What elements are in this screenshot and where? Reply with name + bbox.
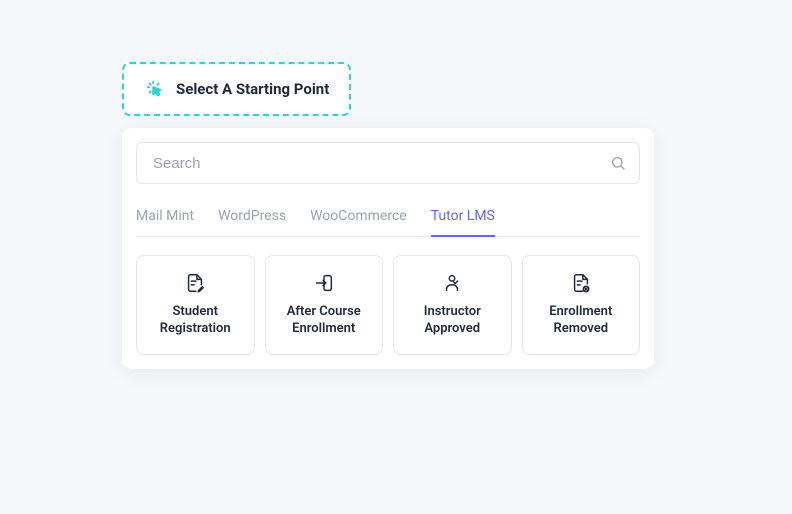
tab-wordpress[interactable]: WordPress bbox=[218, 200, 286, 236]
option-after-course-enrollment[interactable]: After Course Enrollment bbox=[265, 255, 384, 355]
search-input[interactable] bbox=[136, 142, 640, 184]
select-starting-point-box[interactable]: Select A Starting Point bbox=[122, 62, 351, 116]
tab-woocommerce[interactable]: WooCommerce bbox=[310, 200, 407, 236]
tab-mail-mint[interactable]: Mail Mint bbox=[136, 200, 194, 236]
option-label: Student Registration bbox=[160, 304, 231, 338]
enter-door-icon bbox=[313, 272, 335, 294]
starting-point-label: Select A Starting Point bbox=[176, 80, 329, 98]
document-edit-icon bbox=[184, 272, 206, 294]
option-label: Instructor Approved bbox=[424, 304, 481, 338]
trigger-options-grid: Student Registration After Course Enroll… bbox=[136, 255, 640, 355]
search-icon bbox=[610, 155, 626, 171]
option-student-registration[interactable]: Student Registration bbox=[136, 255, 255, 355]
option-enrollment-removed[interactable]: Enrollment Removed bbox=[522, 255, 641, 355]
person-check-icon bbox=[441, 272, 463, 294]
starting-point-panel: Mail Mint WordPress WooCommerce Tutor LM… bbox=[122, 128, 654, 369]
option-label: Enrollment Removed bbox=[549, 304, 612, 338]
click-cursor-icon bbox=[144, 78, 166, 100]
document-remove-icon bbox=[570, 272, 592, 294]
option-instructor-approved[interactable]: Instructor Approved bbox=[393, 255, 512, 355]
category-tabs: Mail Mint WordPress WooCommerce Tutor LM… bbox=[136, 194, 640, 237]
tab-tutor-lms[interactable]: Tutor LMS bbox=[431, 200, 495, 236]
search-field-wrapper bbox=[136, 142, 640, 184]
option-label: After Course Enrollment bbox=[287, 304, 361, 338]
